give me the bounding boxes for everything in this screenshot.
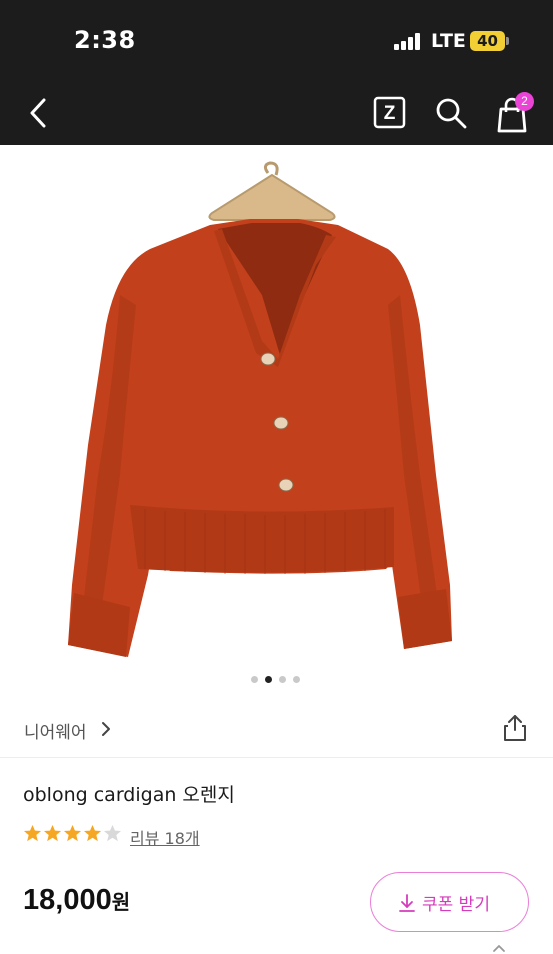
price: 18,000원: [23, 884, 130, 917]
cart-count-badge: 2: [515, 92, 534, 111]
back-button[interactable]: [24, 96, 54, 130]
download-icon: [399, 894, 415, 912]
review-link[interactable]: 리뷰 18개: [130, 825, 200, 849]
nav-bar: Z 2: [0, 82, 553, 145]
battery-level: 40: [477, 32, 498, 50]
z-button[interactable]: Z: [373, 96, 406, 129]
carousel-dot[interactable]: [251, 676, 258, 683]
price-value: 18,000: [23, 884, 112, 916]
carousel-dot-active[interactable]: [265, 676, 272, 683]
chevron-right-icon: [102, 722, 110, 736]
status-time: 2:38: [74, 26, 136, 54]
z-label: Z: [384, 103, 396, 124]
signal-icon: [394, 33, 422, 50]
star-empty-icon: [103, 824, 122, 842]
star-filled-icon: [43, 824, 62, 842]
product-image[interactable]: [0, 145, 553, 700]
chevron-up-icon[interactable]: [492, 944, 506, 953]
search-button[interactable]: [434, 96, 468, 130]
carousel-dot[interactable]: [279, 676, 286, 683]
price-unit: 원: [111, 890, 131, 914]
star-filled-icon: [63, 824, 82, 842]
brand-row: 니어웨어: [0, 700, 553, 758]
carousel-dot[interactable]: [293, 676, 300, 683]
z-box-icon: Z: [373, 96, 406, 129]
brand-link[interactable]: 니어웨어: [24, 718, 87, 743]
status-bar: 2:38 LTE 40: [0, 0, 553, 82]
network-type: LTE: [431, 30, 466, 52]
battery-tip: [506, 37, 509, 45]
search-icon: [436, 98, 467, 129]
cardigan-image: [68, 161, 452, 657]
chevron-left-icon: [30, 98, 46, 128]
share-icon: [504, 715, 526, 741]
star-filled-icon: [83, 824, 102, 842]
share-button[interactable]: [503, 714, 527, 742]
coupon-label: 쿠폰 받기: [422, 895, 490, 915]
coupon-button[interactable]: 쿠폰 받기: [370, 872, 529, 932]
star-filled-icon: [23, 824, 42, 842]
battery-icon: 40: [470, 31, 505, 51]
product-name: oblong cardigan 오렌지: [23, 784, 235, 806]
cart-button[interactable]: 2: [495, 92, 537, 133]
